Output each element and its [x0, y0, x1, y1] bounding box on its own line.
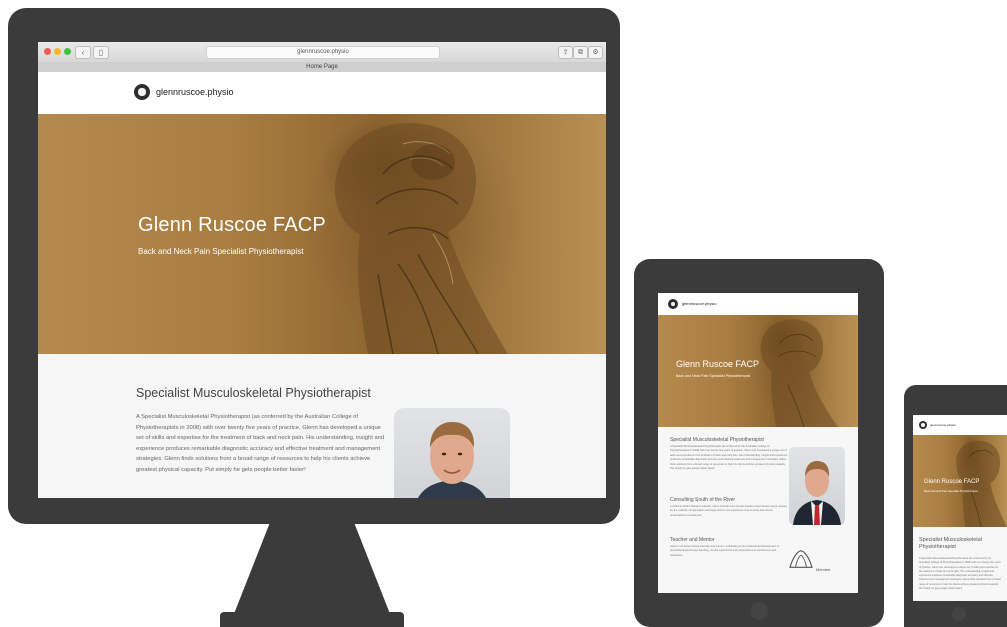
- desktop-monitor: ‹ ▯ glennruscoe.physio ⇪ ⧉ ⚙ Home Page g…: [8, 8, 620, 524]
- tablet-hero-title: Glenn Ruscoe FACP: [676, 359, 760, 369]
- phone-hero-subtitle: Back and Neck Pain Specialist Physiother…: [924, 490, 978, 493]
- tablet-site-header: glennruscoe.physio: [658, 293, 858, 315]
- hero-subtitle: Back and Neck Pain Specialist Physiother…: [138, 247, 304, 256]
- monitor-base: [220, 612, 404, 627]
- back-button[interactable]: ‹: [75, 46, 91, 59]
- tablet-screen: glennruscoe.physio Glenn Ruscoe FACP Bac…: [658, 293, 858, 593]
- address-bar[interactable]: glennruscoe.physio: [206, 46, 440, 59]
- tablet-section2-paragraph: Located in Perth's Western suburbs, Glen…: [670, 505, 787, 517]
- tablet-anatomy-illustration: [760, 319, 838, 427]
- tablet-site-name-link[interactable]: glennruscoe.physio: [682, 301, 716, 306]
- phone-section-paragraph: A Specialist Musculoskeletal Physiothera…: [919, 557, 1001, 591]
- phone-device: glennruscoe.physio Glenn Ruscoe FACP Bac…: [904, 385, 1007, 627]
- desktop-screen: ‹ ▯ glennruscoe.physio ⇪ ⧉ ⚙ Home Page g…: [38, 42, 606, 498]
- site-header: glennruscoe.physio: [38, 72, 606, 114]
- phone-screen: glennruscoe.physio Glenn Ruscoe FACP Bac…: [913, 415, 1007, 601]
- profile-photo: [394, 408, 510, 498]
- phone-site-name-link[interactable]: glennruscoe.physio: [930, 423, 956, 427]
- tablet-profile-photo: [789, 447, 845, 525]
- tablet-content-section: Specialist Musculoskeletal Physiotherapi…: [658, 427, 858, 593]
- content-section: Specialist Musculoskeletal Physiotherapi…: [38, 354, 606, 498]
- browser-tab[interactable]: Home Page: [38, 62, 606, 72]
- browser-toolbar: ‹ ▯ glennruscoe.physio ⇪ ⧉ ⚙: [38, 42, 606, 63]
- hero-title: Glenn Ruscoe FACP: [138, 214, 326, 236]
- phone-hero-title: Glenn Ruscoe FACP: [924, 479, 980, 485]
- site-logo[interactable]: [134, 84, 150, 100]
- hero-banner: Glenn Ruscoe FACP Back and Neck Pain Spe…: [38, 114, 606, 354]
- maximize-window-button[interactable]: [64, 48, 71, 55]
- sidebar-toggle-icon[interactable]: ▯: [93, 46, 109, 59]
- phone-hero-banner: Glenn Ruscoe FACP Back and Neck Pain Spe…: [913, 435, 1007, 527]
- badge-label: Member: [816, 567, 831, 572]
- tabs-overview-icon[interactable]: ⧉: [573, 46, 588, 59]
- tablet-site-logo[interactable]: [668, 299, 678, 309]
- site-name-link[interactable]: glennruscoe.physio: [156, 87, 234, 97]
- tablet-section3-heading: Teacher and Mentor: [670, 537, 715, 543]
- minimize-window-button[interactable]: [54, 48, 61, 55]
- monitor-stand: [230, 524, 394, 624]
- tablet-section-paragraph: A Specialist Musculoskeletal Physiothera…: [670, 445, 788, 471]
- phone-home-button[interactable]: [952, 607, 966, 621]
- settings-icon[interactable]: ⚙: [588, 46, 603, 59]
- tablet-section3-paragraph: Glenn is an active clinical educator and…: [670, 545, 779, 557]
- phone-site-logo[interactable]: [919, 421, 927, 429]
- tablet-section-heading: Specialist Musculoskeletal Physiotherapi…: [670, 437, 764, 443]
- tablet-hero-banner: Glenn Ruscoe FACP Back and Neck Pain Spe…: [658, 315, 858, 427]
- tablet-hero-subtitle: Back and Neck Pain Specialist Physiother…: [676, 374, 751, 378]
- share-icon[interactable]: ⇪: [558, 46, 573, 59]
- tablet-home-button[interactable]: [750, 602, 768, 620]
- section-heading: Specialist Musculoskeletal Physiotherapi…: [136, 386, 371, 400]
- tablet-device: glennruscoe.physio Glenn Ruscoe FACP Bac…: [634, 259, 884, 627]
- close-window-button[interactable]: [44, 48, 51, 55]
- phone-section-heading: Specialist Musculoskeletal Physiotherapi…: [919, 537, 982, 550]
- phone-site-header: glennruscoe.physio: [913, 415, 1007, 435]
- college-member-badge: Member: [788, 549, 846, 575]
- section-paragraph: A Specialist Musculoskeletal Physiothera…: [136, 414, 385, 473]
- tablet-section2-heading: Consulting South of the River: [670, 497, 736, 503]
